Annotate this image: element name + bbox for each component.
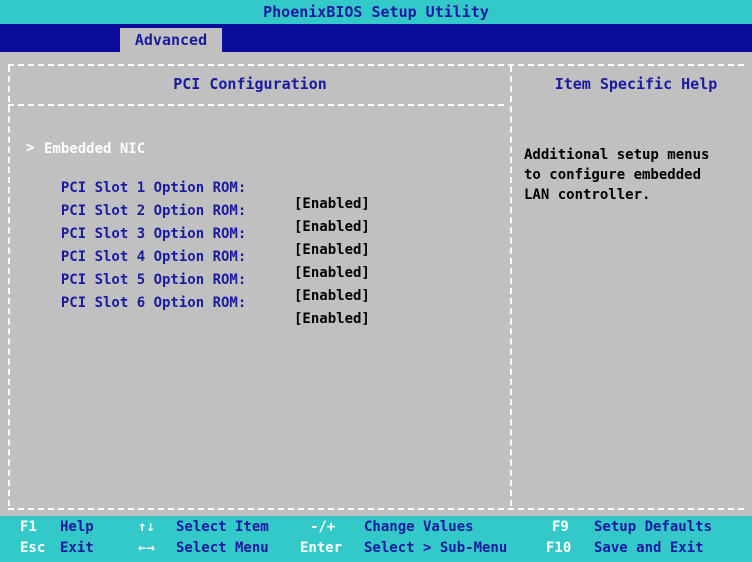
pci-slot-6-label: PCI Slot 6 Option ROM: (60, 295, 247, 311)
action-select-item: Select Item (176, 519, 269, 535)
frame-column-divider (510, 66, 512, 506)
pci-slot-3-value[interactable]: [Enabled] (294, 242, 370, 258)
action-save-and-exit: Save and Exit (594, 540, 704, 556)
window-title: PhoenixBIOS Setup Utility (0, 0, 752, 24)
submenu-arrow-icon: > (26, 140, 35, 156)
pci-slot-6-value[interactable]: [Enabled] (294, 311, 370, 327)
tab-advanced[interactable]: Advanced (120, 28, 222, 52)
frame-left-edge (8, 66, 10, 506)
key-legend-footer: F1 Help ↑↓ Select Item -/+ Change Values… (0, 516, 752, 562)
key-f9: F9 (552, 519, 569, 535)
frame-top-divider (8, 64, 744, 66)
action-change-values: Change Values (364, 519, 474, 535)
key-f1: F1 (20, 519, 37, 535)
action-exit: Exit (60, 540, 94, 556)
action-select-menu: Select Menu (176, 540, 269, 556)
key-minus-plus: -/+ (310, 519, 336, 535)
submenu-embedded-nic[interactable]: Embedded NIC (44, 141, 145, 157)
menu-bar: Advanced (0, 24, 752, 52)
pci-slot-2-value[interactable]: [Enabled] (294, 219, 370, 235)
action-select-sub-menu: Select > Sub-Menu (364, 540, 508, 556)
pci-slot-1-value[interactable]: [Enabled] (294, 196, 370, 212)
key-left-right-icon: ←→ (138, 540, 155, 556)
pci-slot-4-value[interactable]: [Enabled] (294, 265, 370, 281)
key-enter: Enter (300, 540, 343, 556)
key-f10: F10 (546, 540, 572, 556)
frame-bottom-divider (8, 508, 744, 510)
pci-slot-6-row[interactable]: PCI Slot 6 Option ROM: [Enabled] (44, 279, 370, 327)
action-help: Help (60, 519, 94, 535)
frame-header-divider (8, 104, 504, 106)
pci-slot-5-value[interactable]: [Enabled] (294, 288, 370, 304)
action-setup-defaults: Setup Defaults (594, 519, 713, 535)
help-title: Item Specific Help (554, 75, 718, 93)
help-text: Additional setup menus to configure embe… (524, 147, 710, 203)
key-esc: Esc (20, 540, 46, 556)
key-up-down-icon: ↑↓ (138, 519, 155, 535)
panel-title: PCI Configuration (173, 75, 327, 93)
